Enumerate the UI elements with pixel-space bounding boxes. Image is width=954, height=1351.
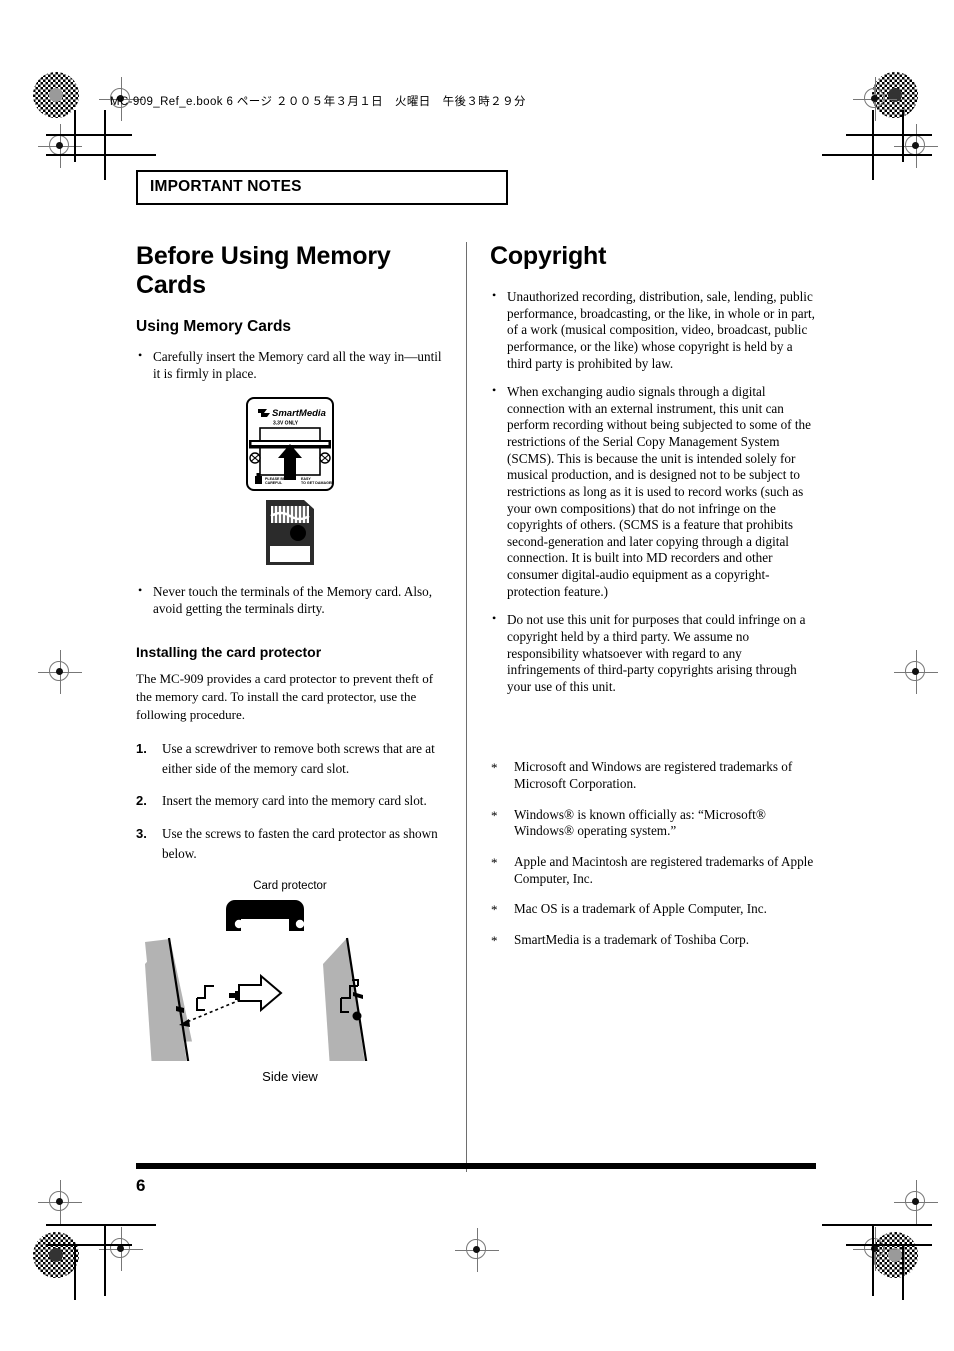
registration-target-bottom-left xyxy=(33,1232,79,1278)
crosshair-bottom-center xyxy=(455,1228,499,1272)
svg-text:TO GET DAMAGED: TO GET DAMAGED xyxy=(301,481,334,485)
step-text: Insert the memory card into the memory c… xyxy=(162,793,427,809)
list-item: Unauthorized recording, distribution, sa… xyxy=(490,288,816,372)
step-number: 3. xyxy=(136,826,147,842)
section-heading-using-memory-cards: Using Memory Cards xyxy=(136,318,292,335)
crosshair-bottom-right-inner xyxy=(853,1227,897,1271)
side-view-illustration xyxy=(145,899,368,1061)
list-item: 2. Insert the memory card into the memor… xyxy=(136,791,444,811)
section-heading-copyright: Copyright xyxy=(490,242,607,270)
footer-rule xyxy=(136,1163,816,1169)
two-column-layout: Before Using Memory Cards Using Memory C… xyxy=(136,242,816,1172)
list-item: When exchanging audio signals through a … xyxy=(490,383,816,600)
step-text: Use the screws to fasten the card protec… xyxy=(162,826,438,862)
smartmedia-slot-illustration: SmartMedia 3.3V ONLY PLEASE BE CAREFUL E… xyxy=(246,397,334,566)
page-number: 6 xyxy=(136,1176,146,1195)
installing-intro-paragraph: The MC-909 provides a card protector to … xyxy=(136,670,434,723)
step-text: Use a screwdriver to remove both screws … xyxy=(162,740,435,776)
list-item: 1. Use a screwdriver to remove both scre… xyxy=(136,739,444,779)
crosshair-bottom-right xyxy=(894,1180,938,1224)
figure-caption-side-view: Side view xyxy=(262,1068,318,1084)
svg-text:CAREFUL: CAREFUL xyxy=(265,481,283,485)
crosshair-top-right-inner xyxy=(853,77,897,121)
document-header-filename: MC-909_Ref_e.book 6 ページ ２００５年３月１日 火曜日 午後… xyxy=(110,96,526,108)
list-item: Never touch the terminals of the Memory … xyxy=(136,583,444,617)
smartmedia-voltage-text: 3.3V ONLY xyxy=(273,421,299,427)
figure-memory-card-insertion: SmartMedia 3.3V ONLY PLEASE BE CAREFUL E… xyxy=(136,396,444,566)
step-number: 2. xyxy=(136,793,147,809)
list-item: Microsoft and Windows are registered tra… xyxy=(490,759,816,792)
page-title: Before Using Memory Cards xyxy=(136,242,391,299)
list-item: Mac OS is a trademark of Apple Computer,… xyxy=(490,901,816,918)
bullet-list-memory-card-second: Never touch the terminals of the Memory … xyxy=(136,583,444,617)
list-item: 3. Use the screws to fasten the card pro… xyxy=(136,824,444,864)
crosshair-bottom-left xyxy=(38,1180,82,1224)
registration-target-top-left xyxy=(33,72,79,118)
crosshair-mid-right xyxy=(894,650,938,694)
page-content: IMPORTANT NOTES Before Using Memory Card… xyxy=(136,170,816,1172)
bullet-list-copyright: Unauthorized recording, distribution, sa… xyxy=(490,288,816,695)
list-item: Apple and Macintosh are registered trade… xyxy=(490,854,816,887)
section-heading-installing-card-protector: Installing the card protector xyxy=(136,643,322,660)
bullet-list-trademarks: Microsoft and Windows are registered tra… xyxy=(490,759,816,948)
installation-steps-list: 1. Use a screwdriver to remove both scre… xyxy=(136,739,444,864)
left-column: Before Using Memory Cards Using Memory C… xyxy=(136,242,466,1172)
right-column: Copyright Unauthorized recording, distri… xyxy=(467,242,816,1172)
step-number: 1. xyxy=(136,740,147,756)
figure-side-view: Card protector Side view xyxy=(136,880,444,1084)
figure-caption-card-protector: Card protector xyxy=(253,879,327,892)
bullet-list-memory-card-first: Carefully insert the Memory card all the… xyxy=(136,348,444,382)
section-banner: IMPORTANT NOTES xyxy=(136,170,508,205)
list-item: Do not use this unit for purposes that c… xyxy=(490,611,816,695)
list-item: Windows® is known officially as: “Micros… xyxy=(490,807,816,840)
list-item: Carefully insert the Memory card all the… xyxy=(136,348,444,382)
crosshair-top-right xyxy=(894,124,938,168)
smartmedia-brand-text: SmartMedia xyxy=(272,408,326,419)
crosshair-mid-left xyxy=(38,650,82,694)
list-item: SmartMedia is a trademark of Toshiba Cor… xyxy=(490,932,816,949)
